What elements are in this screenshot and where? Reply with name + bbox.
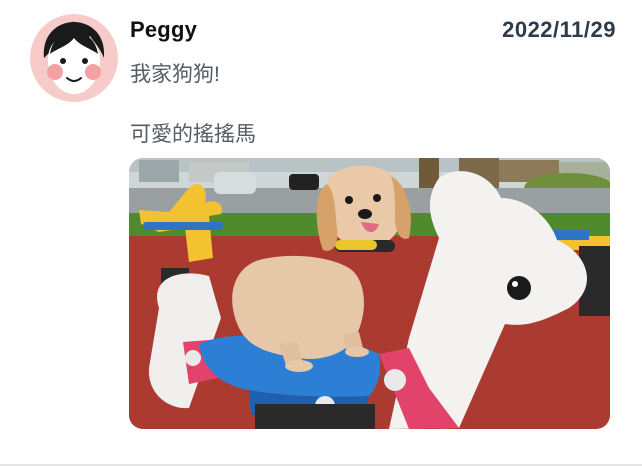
dog-on-rocking-horse-photo xyxy=(129,158,610,429)
post-card: Peggy 2022/11/29 我家狗狗! 可愛的搖搖馬 xyxy=(0,0,642,466)
cartoon-face-icon xyxy=(30,14,118,102)
avatar[interactable] xyxy=(30,14,118,102)
author-name[interactable]: Peggy xyxy=(130,17,197,43)
post-text-line: 可愛的搖搖馬 xyxy=(130,123,256,146)
post-photo[interactable] xyxy=(129,158,610,429)
post-date: 2022/11/29 xyxy=(502,17,616,42)
post-text-line: 我家狗狗! xyxy=(130,63,220,86)
